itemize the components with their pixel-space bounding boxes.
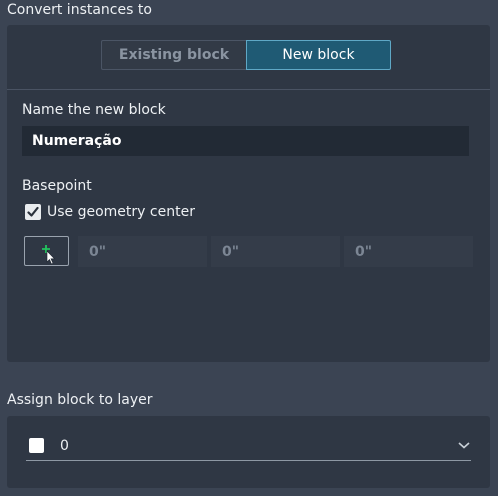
layer-name: 0 [60,437,69,454]
basepoint-label: Basepoint [22,178,92,194]
checkmark-icon[interactable] [25,204,41,220]
layer-panel: 0 [7,416,490,488]
chevron-down-icon[interactable] [457,438,471,452]
use-geometry-center-checkbox[interactable]: Use geometry center [25,204,195,220]
divider [7,89,490,90]
existing-block-button[interactable]: Existing block [101,40,246,70]
basepoint-y-input[interactable]: 0" [211,236,340,267]
layer-color-swatch [29,438,44,453]
pick-point-button[interactable] [24,236,69,266]
use-geometry-center-label: Use geometry center [47,204,195,220]
basepoint-z-input[interactable]: 0" [344,236,473,267]
pick-point-icon [42,245,56,265]
block-name-input[interactable] [22,126,469,156]
layer-dropdown[interactable]: 0 [26,431,471,461]
block-type-toggle: Existing block New block [101,40,391,70]
convert-section-title: Convert instances to [7,2,152,18]
new-block-button[interactable]: New block [246,40,391,70]
convert-panel: Existing block New block Name the new bl… [7,25,490,362]
block-name-label: Name the new block [22,102,166,118]
basepoint-x-input[interactable]: 0" [78,236,207,267]
layer-section-title: Assign block to layer [7,392,153,408]
